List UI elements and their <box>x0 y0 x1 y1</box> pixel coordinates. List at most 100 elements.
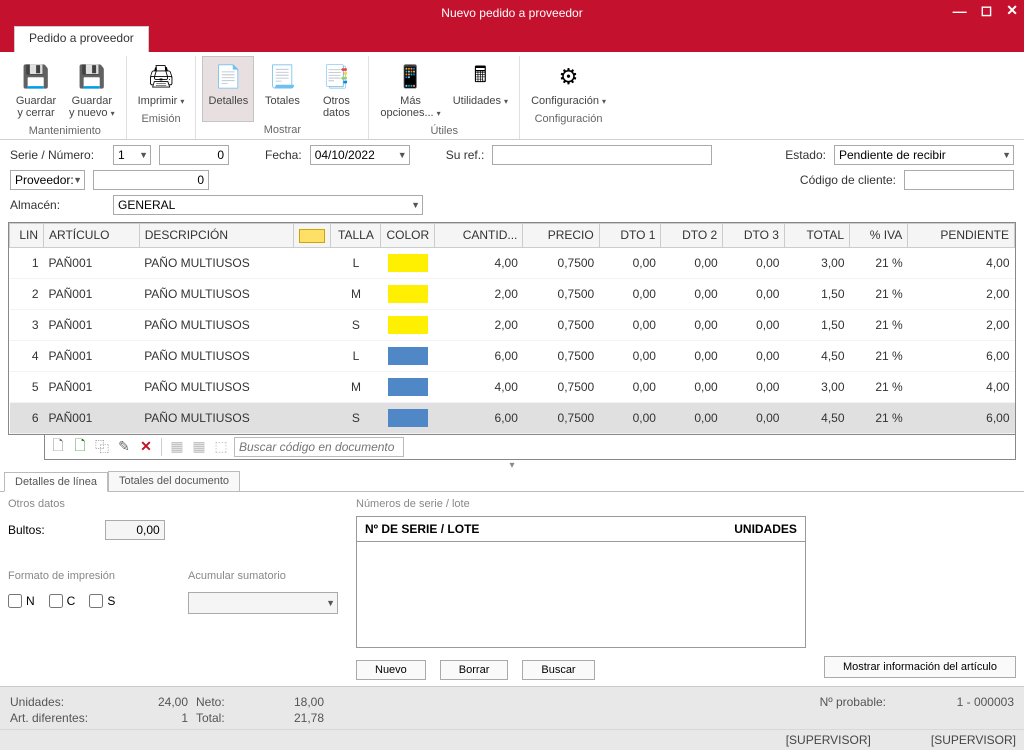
ribbon-label: Imprimir ▾ <box>138 95 185 108</box>
ribbon-group-label: Útiles <box>430 125 458 137</box>
col-header[interactable]: TALLA <box>331 224 381 248</box>
check-n[interactable]: N <box>8 594 35 608</box>
table-row[interactable]: 6PAÑ001PAÑO MULTIUSOSS6,000,75000,000,00… <box>10 402 1015 433</box>
close-icon[interactable]: ✕ <box>1006 2 1018 19</box>
titlebar: Nuevo pedido a proveedor — ◻ ✕ <box>0 0 1024 26</box>
ribbon-save-new-button[interactable]: 💾Guardary nuevo ▾ <box>64 56 120 123</box>
ribbon-more-button[interactable]: 📱Másopciones... ▾ <box>375 56 445 123</box>
table-row[interactable]: 3PAÑ001PAÑO MULTIUSOSS2,000,75000,000,00… <box>10 309 1015 340</box>
fecha-select[interactable]: 04/10/2022▼ <box>310 145 410 165</box>
ribbon-group-label: Configuración <box>535 113 603 125</box>
edit-icon[interactable]: ✎ <box>115 438 133 456</box>
check-c[interactable]: C <box>49 594 76 608</box>
copy-doc-icon[interactable]: 🗋 <box>71 438 89 456</box>
suref-input[interactable] <box>492 145 712 165</box>
lote-panel: Nº DE SERIE / LOTE UNIDADES <box>356 516 806 648</box>
status-artdif: 1 <box>128 711 188 725</box>
col-header[interactable]: COLOR <box>381 224 435 248</box>
barcode-icon[interactable]: ⬚ <box>212 438 230 456</box>
collapse-handle[interactable]: ▾ <box>0 460 1024 471</box>
acumular-select[interactable]: ▼ <box>188 592 338 614</box>
minimize-icon[interactable]: — <box>953 3 967 19</box>
ribbon-group-label: Emisión <box>141 113 180 125</box>
ribbon-util-button[interactable]: 🖩Utilidades ▾ <box>448 56 513 123</box>
duplicate-icon[interactable]: ⿻ <box>93 438 111 456</box>
lote-col-serie: Nº DE SERIE / LOTE <box>357 517 685 541</box>
proveedor-code-input[interactable] <box>93 170 209 190</box>
serie-select[interactable]: 1▼ <box>113 145 151 165</box>
color-swatch <box>388 254 428 272</box>
footerbar: [SUPERVISOR] [SUPERVISOR] <box>0 729 1024 750</box>
col-header[interactable]: DTO 3 <box>723 224 785 248</box>
check-s[interactable]: S <box>89 594 115 608</box>
ribbon-label: Utilidades ▾ <box>453 95 508 108</box>
ribbon-totals-button[interactable]: 📃Totales <box>256 56 308 122</box>
lote-search-button[interactable]: Buscar <box>522 660 594 680</box>
col-header[interactable]: PENDIENTE <box>908 224 1015 248</box>
grid2-icon[interactable]: ▦ <box>190 438 208 456</box>
config-icon: ⚙ <box>553 61 585 93</box>
chevron-down-icon: ▼ <box>1002 150 1011 160</box>
acumular-label: Acumular sumatorio <box>188 570 338 582</box>
formato-label: Formato de impresión <box>8 570 158 582</box>
table-row[interactable]: 4PAÑ001PAÑO MULTIUSOSL6,000,75000,000,00… <box>10 340 1015 371</box>
lote-new-button[interactable]: Nuevo <box>356 660 426 680</box>
suref-label: Su ref.: <box>446 148 485 162</box>
col-header[interactable]: DTO 2 <box>661 224 723 248</box>
maximize-icon[interactable]: ◻ <box>981 2 993 19</box>
color-swatch <box>388 378 428 396</box>
color-swatch <box>388 409 428 427</box>
ribbon-label: Guardary nuevo ▾ <box>69 95 115 120</box>
color-swatch <box>388 285 428 303</box>
almacen-select[interactable]: GENERAL▼ <box>113 195 423 215</box>
ribbon-save-close-button[interactable]: 💾Guardary cerrar <box>10 56 62 123</box>
ribbon-config-button[interactable]: ⚙ Configuración ▾ <box>526 56 611 111</box>
ribbon-print-button[interactable]: 🖨Imprimir ▾ <box>133 56 190 111</box>
table-row[interactable]: 2PAÑ001PAÑO MULTIUSOSM2,000,75000,000,00… <box>10 278 1015 309</box>
proveedor-name-input[interactable] <box>217 170 667 190</box>
col-header[interactable]: ARTÍCULO <box>44 224 140 248</box>
save-new-icon: 💾 <box>76 61 108 93</box>
col-header[interactable]: DESCRIPCIÓN <box>139 224 294 248</box>
status-probable-label: Nº probable: <box>746 695 886 709</box>
ribbon-details-button[interactable]: 📄Detalles <box>202 56 254 122</box>
chevron-down-icon: ▼ <box>139 150 148 160</box>
save-close-icon: 💾 <box>20 61 52 93</box>
col-header[interactable] <box>294 224 331 248</box>
table-search-input[interactable] <box>234 437 404 457</box>
cod-cliente-input[interactable] <box>904 170 1014 190</box>
chevron-down-icon: ▾ <box>602 97 606 106</box>
col-header[interactable]: % IVA <box>850 224 908 248</box>
ribbon-other-button[interactable]: 📑Otrosdatos <box>310 56 362 122</box>
col-header[interactable]: DTO 1 <box>599 224 661 248</box>
estado-select[interactable]: Pendiente de recibir▼ <box>834 145 1014 165</box>
bultos-input[interactable] <box>105 520 165 540</box>
proveedor-dropdown[interactable]: Proveedor:▼ <box>10 170 85 190</box>
col-header[interactable]: CANTID... <box>435 224 523 248</box>
col-header[interactable]: PRECIO <box>523 224 599 248</box>
status-unidades: 24,00 <box>128 695 188 709</box>
color-swatch <box>388 347 428 365</box>
chevron-down-icon: ▾ <box>180 97 184 106</box>
document-tab[interactable]: Pedido a proveedor <box>14 26 149 52</box>
color-swatch <box>388 316 428 334</box>
ribbon-label: Totales <box>265 95 300 107</box>
delete-icon[interactable]: ✕ <box>137 438 155 456</box>
col-header[interactable]: TOTAL <box>784 224 849 248</box>
status-total: 21,78 <box>264 711 324 725</box>
note-icon <box>299 229 325 243</box>
serie-label: Serie / Número: <box>10 148 105 162</box>
grid1-icon[interactable]: ▦ <box>168 438 186 456</box>
tab-totales-documento[interactable]: Totales del documento <box>108 471 240 491</box>
numero-input[interactable] <box>159 145 229 165</box>
table-row[interactable]: 5PAÑ001PAÑO MULTIUSOSM4,000,75000,000,00… <box>10 371 1015 402</box>
new-doc-icon[interactable]: 🗋 <box>49 438 67 456</box>
lote-delete-button[interactable]: Borrar <box>440 660 509 680</box>
ribbon-label: Configuración ▾ <box>531 95 606 108</box>
show-article-info-button[interactable]: Mostrar información del artículo <box>824 656 1016 678</box>
table-row[interactable]: 1PAÑ001PAÑO MULTIUSOSL4,000,75000,000,00… <box>10 247 1015 278</box>
chevron-down-icon: ▼ <box>326 598 335 608</box>
ribbon-label: Guardary cerrar <box>16 95 56 119</box>
col-header[interactable]: LIN <box>10 224 44 248</box>
tab-detalles-linea[interactable]: Detalles de línea <box>4 472 108 492</box>
